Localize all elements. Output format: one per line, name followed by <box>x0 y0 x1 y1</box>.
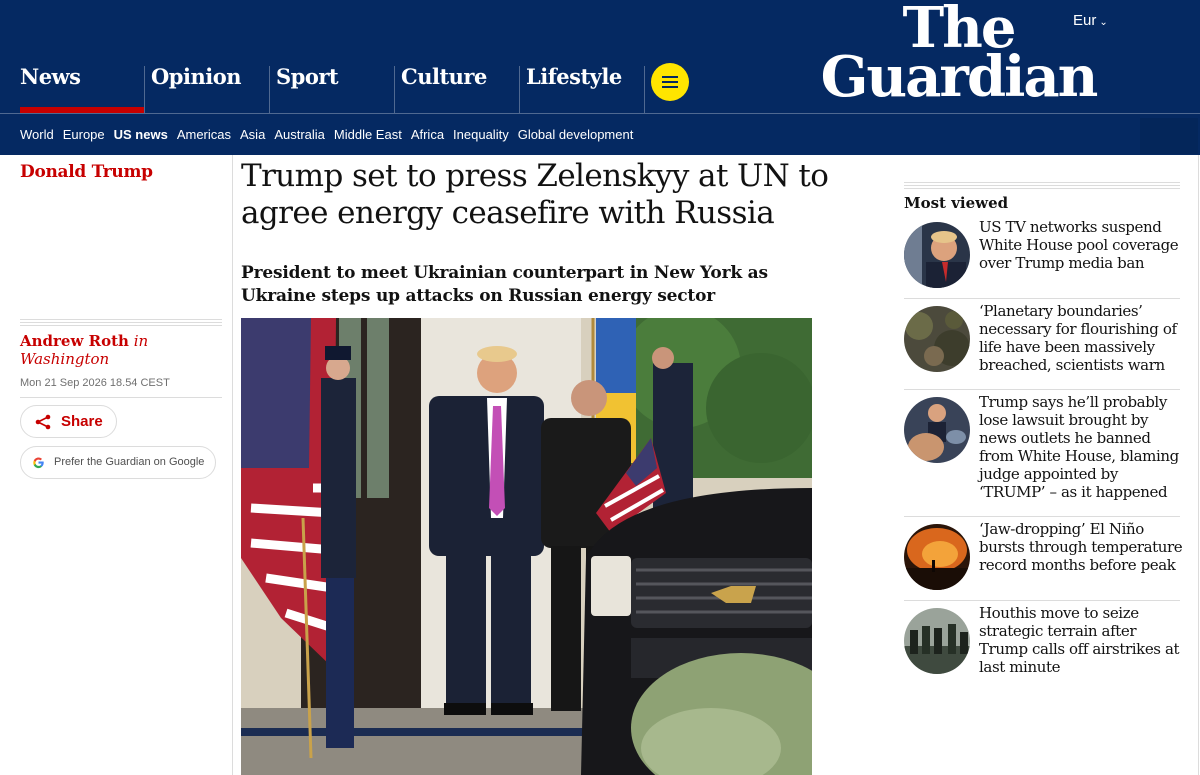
google-icon <box>33 457 44 469</box>
most-viewed-thumbnail[interactable] <box>904 524 970 590</box>
most-viewed-headline[interactable]: ‘Jaw-dropping’ El Niño bursts through te… <box>979 520 1184 574</box>
headline: Trump set to press Zelenskyy at UN to ag… <box>241 158 829 231</box>
hero-image[interactable] <box>241 318 812 775</box>
subnav: World Europe US news Americas Asia Austr… <box>20 127 642 142</box>
subnav-world[interactable]: World <box>20 127 54 142</box>
menu-button[interactable] <box>651 63 689 101</box>
share-button[interactable]: Share <box>20 405 117 438</box>
subnav-europe[interactable]: Europe <box>63 127 105 142</box>
most-viewed-thumbnail[interactable] <box>904 397 970 463</box>
dateline: Mon 21 Sep 2026 18.54 CEST <box>20 377 170 389</box>
subnav-africa[interactable]: Africa <box>411 127 444 142</box>
google-label[interactable]: Prefer the Guardian on Google <box>54 456 204 468</box>
thumb-photo <box>904 608 970 674</box>
meta-divider <box>20 319 222 328</box>
site-header: News Opinion Sport Culture Lifestyle Eur… <box>0 0 1200 155</box>
thumb-photo <box>904 397 970 463</box>
pillar-divider <box>144 66 145 113</box>
most-viewed-divider <box>904 389 1180 390</box>
subnav-us-news[interactable]: US news <box>114 127 168 142</box>
section-tag[interactable]: Donald Trump <box>20 162 153 182</box>
pillar-divider <box>269 66 270 113</box>
most-viewed-headline[interactable]: Trump says he’ll probably lose lawsuit b… <box>979 393 1184 501</box>
byline-location: Washington <box>20 350 110 368</box>
subnav-middle-east[interactable]: Middle East <box>334 127 402 142</box>
most-viewed-divider <box>904 600 1180 601</box>
guardian-logo[interactable]: The Guardian <box>806 0 1111 111</box>
pillar-nav: News Opinion Sport Culture Lifestyle <box>0 0 780 113</box>
subnav-right-panel <box>1140 118 1198 154</box>
left-column-divider <box>232 155 233 775</box>
author-name[interactable]: Andrew Roth <box>20 332 129 350</box>
pillar-opinion-label[interactable]: Opinion <box>151 64 241 89</box>
right-edge-divider <box>1198 155 1199 775</box>
prefer-guardian-google-button[interactable]: Prefer the Guardian on Google <box>20 446 216 479</box>
subnav-australia[interactable]: Australia <box>274 127 325 142</box>
subnav-divider <box>0 113 1200 114</box>
menu-icon-bar <box>662 86 678 88</box>
menu-icon-bar <box>662 81 678 83</box>
most-viewed-thumbnail[interactable] <box>904 222 970 288</box>
menu-icon <box>662 76 678 78</box>
pillar-sport-label[interactable]: Sport <box>276 64 339 89</box>
hero-photo <box>241 318 812 775</box>
most-viewed-headline[interactable]: ‘Planetary boundaries’ necessary for flo… <box>979 302 1184 374</box>
pillar-divider <box>519 66 520 113</box>
subnav-americas[interactable]: Americas <box>177 127 231 142</box>
most-viewed-rule <box>904 182 1180 191</box>
most-viewed-title: Most viewed <box>904 194 1009 212</box>
byline: Andrew Roth in Washington <box>20 332 220 368</box>
most-viewed-divider <box>904 298 1180 299</box>
pillar-culture-label[interactable]: Culture <box>401 64 487 89</box>
pillar-lifestyle-label[interactable]: Lifestyle <box>526 64 622 89</box>
pillar-divider <box>394 66 395 113</box>
pillar-news-label[interactable]: News <box>20 64 81 89</box>
most-viewed-thumbnail[interactable] <box>904 608 970 674</box>
logo-line-2: Guardian <box>820 44 1099 111</box>
share-icon <box>35 414 51 430</box>
pillar-divider <box>644 66 645 113</box>
thumb-photo <box>904 222 970 288</box>
subnav-inequality[interactable]: Inequality <box>453 127 509 142</box>
most-viewed-thumbnail[interactable] <box>904 306 970 372</box>
most-viewed-divider <box>904 516 1180 517</box>
meta-rule <box>20 397 222 398</box>
subnav-asia[interactable]: Asia <box>240 127 265 142</box>
share-label[interactable]: Share <box>61 413 103 430</box>
subnav-global-development[interactable]: Global development <box>518 127 634 142</box>
thumb-photo <box>904 306 970 372</box>
standfirst: President to meet Ukrainian counterpart … <box>241 263 768 306</box>
most-viewed-headline[interactable]: US TV networks suspend White House pool … <box>979 218 1184 272</box>
thumb-photo <box>904 524 970 590</box>
most-viewed-headline[interactable]: Houthis move to seize strategic terrain … <box>979 604 1184 676</box>
byline-in: in <box>133 332 149 350</box>
